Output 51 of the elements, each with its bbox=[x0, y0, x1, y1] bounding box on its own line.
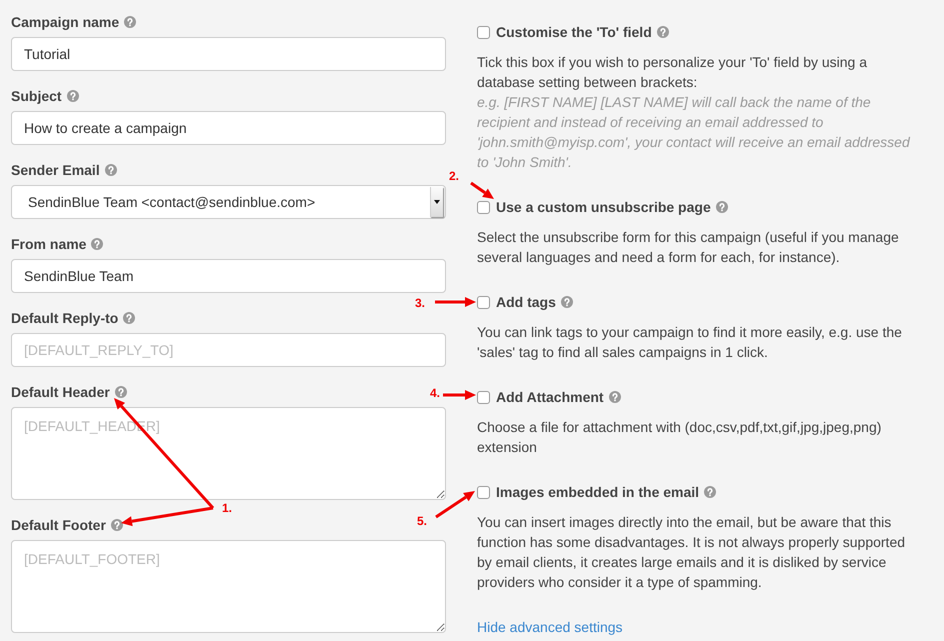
option-description: You can insert images directly into the email, but be aware that this function has some disadvantages. It is not always properly supported by email clients, it creates large emails and it is disliked by service providers who consider it a type of spamming. bbox=[477, 513, 906, 592]
help-icon bbox=[704, 486, 716, 498]
help-icon bbox=[656, 26, 669, 38]
option-title: Add Attachment bbox=[496, 389, 604, 405]
checkbox[interactable] bbox=[477, 26, 490, 38]
field-label: Subject bbox=[11, 88, 62, 104]
field-label: Default Header bbox=[11, 384, 110, 400]
input-field[interactable]: Tutorial bbox=[11, 37, 446, 71]
input-field[interactable]: How to create a campaign bbox=[11, 111, 446, 145]
help-icon bbox=[560, 296, 573, 308]
field-label: Sender Email bbox=[11, 162, 100, 178]
option-title: Customise the 'To' field bbox=[496, 24, 652, 40]
option-title: Images embedded in the email bbox=[496, 484, 700, 500]
checkbox[interactable] bbox=[477, 390, 490, 404]
annotation-number: 4. bbox=[430, 386, 440, 400]
field-label: From name bbox=[11, 236, 86, 252]
annotation-arrow bbox=[435, 491, 475, 518]
option-description: Select the unsubscribe form for this campaign (useful if you manage several languages and need a form for each, for instance). bbox=[477, 228, 900, 267]
checkbox[interactable] bbox=[477, 486, 490, 498]
help-icon bbox=[91, 238, 104, 250]
annotation-arrow bbox=[470, 182, 494, 199]
help-icon bbox=[608, 391, 621, 403]
textarea-field[interactable]: [DEFAULT_FOOTER] bbox=[11, 540, 446, 633]
help-icon bbox=[110, 519, 123, 531]
annotation-number: 2. bbox=[449, 169, 460, 183]
field-label: Campaign name bbox=[11, 14, 120, 30]
annotation-arrow bbox=[435, 297, 476, 307]
field-label: Default Reply-to bbox=[11, 310, 118, 326]
annotation-number: 1. bbox=[222, 501, 232, 515]
input-field[interactable]: [DEFAULT_REPLY_TO] bbox=[11, 333, 446, 367]
option-title: Add tags bbox=[496, 294, 556, 310]
annotation-arrow bbox=[443, 390, 476, 400]
field-label: Default Footer bbox=[11, 517, 106, 533]
dropdown-field[interactable]: SendinBlue Team <contact@sendinblue.com> bbox=[11, 185, 446, 219]
annotation-number: 5. bbox=[417, 514, 428, 528]
help-icon bbox=[104, 164, 117, 176]
help-icon bbox=[716, 201, 728, 213]
option-description: Choose a file for attachment with (doc,csv,pdf,txt,gif,jpg,jpeg,png) extension bbox=[477, 418, 882, 457]
caret-icon bbox=[430, 187, 443, 217]
help-icon bbox=[124, 16, 136, 28]
help-icon bbox=[123, 312, 136, 324]
option-description: Tick this box if you wish to personalize your 'To' field by using a database setting between brackets: bbox=[477, 53, 868, 92]
checkbox[interactable] bbox=[477, 296, 490, 308]
help-icon bbox=[66, 90, 79, 102]
annotation-number: 3. bbox=[415, 296, 426, 310]
option-description: You can link tags to your campaign to find it more easily, e.g. use the 'sales' tag to find all sales campaigns in 1 click. bbox=[477, 323, 903, 362]
option-example: e.g. [FIRST NAME] [LAST NAME] will call back the name of the recipient and instead of receiving an email addressed to 'john.smith@myisp.com', your contact will receive an email addressed to 'John Smith'. bbox=[477, 93, 912, 172]
input-field[interactable]: SendinBlue Team bbox=[11, 259, 446, 293]
help-icon bbox=[114, 386, 127, 398]
checkbox[interactable] bbox=[477, 200, 490, 214]
option-title: Use a custom unsubscribe page bbox=[496, 199, 711, 215]
